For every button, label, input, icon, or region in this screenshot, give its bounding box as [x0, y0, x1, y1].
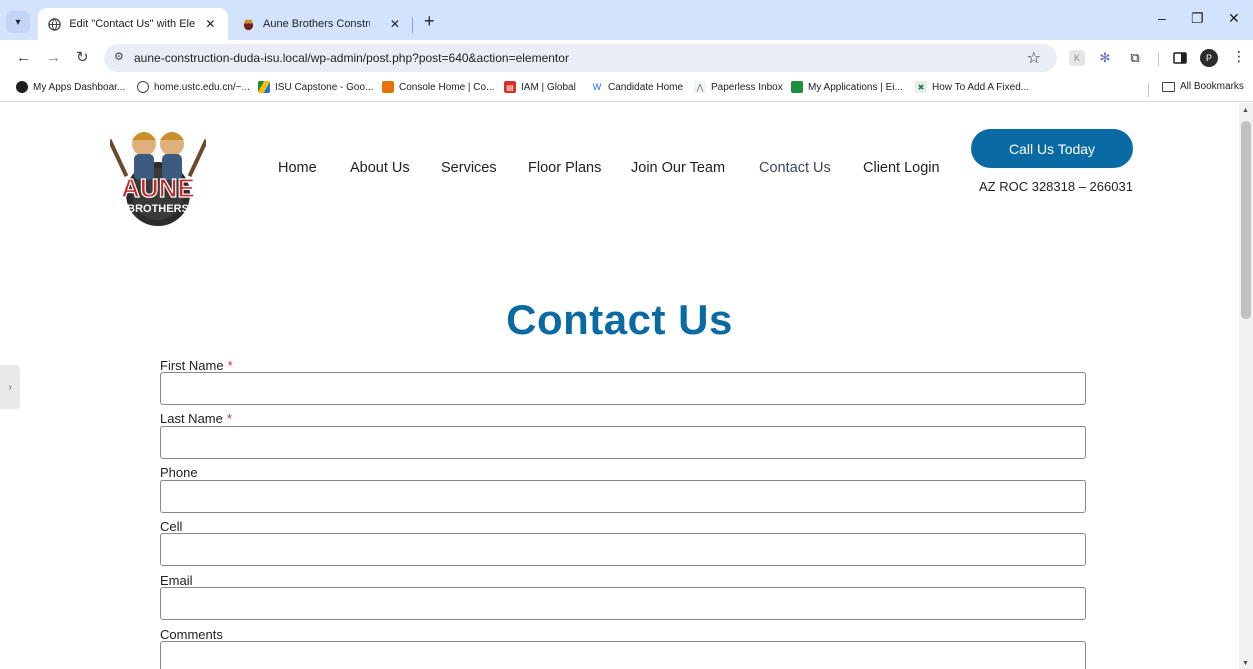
tab-strip: ▾ Edit "Contact Us" with Elementor ✕ Aun… [0, 0, 1253, 40]
chevron-down-icon: ▾ [15, 16, 21, 28]
paperless-icon: ⋀ [694, 81, 706, 93]
last-name-field[interactable] [160, 426, 1086, 459]
google-drive-icon [258, 81, 270, 93]
all-bookmarks-button[interactable]: All Bookmarks [1162, 81, 1244, 92]
panel-toggle-button[interactable]: › [0, 365, 20, 409]
tab-elementor-editor[interactable]: Edit "Contact Us" with Elementor ✕ [38, 8, 228, 40]
bookmark-item[interactable]: ✖ How To Add A Fixed... [915, 81, 1029, 93]
more-menu-icon[interactable]: ⋮ [1232, 48, 1246, 65]
first-name-label: First Name * [160, 358, 1086, 374]
extension-k-icon[interactable]: K [1069, 50, 1085, 66]
page-scrollbar[interactable]: ▲ ▼ [1239, 103, 1253, 669]
site-favicon-icon [242, 17, 255, 31]
bookmarks-bar: My Apps Dashboar... home.ustc.edu.cn/~..… [0, 76, 1253, 102]
bookmark-star-icon[interactable]: ☆ [1027, 48, 1041, 68]
forward-icon[interactable]: → [46, 49, 61, 67]
browser-toolbar: ← → ↻ ⚙ aune-construction-duda-isu.local… [0, 40, 1253, 76]
extensions-puzzle-icon[interactable]: ⧉ [1127, 50, 1143, 66]
call-us-today-button[interactable]: Call Us Today [971, 129, 1133, 168]
nav-about-us[interactable]: About Us [350, 160, 410, 176]
folder-icon [1162, 81, 1175, 92]
cell-field[interactable] [160, 533, 1086, 566]
phone-field[interactable] [160, 480, 1086, 513]
nav-join-our-team[interactable]: Join Our Team [631, 160, 725, 176]
tab-divider [412, 17, 413, 33]
cube-icon [382, 81, 394, 93]
minimize-icon[interactable]: – [1158, 10, 1166, 26]
tab-title: Edit "Contact Us" with Elementor [69, 18, 195, 30]
globe-icon [137, 81, 149, 93]
required-marker: * [227, 358, 233, 373]
email-field[interactable] [160, 587, 1086, 620]
scroll-up-icon[interactable]: ▲ [1242, 107, 1249, 114]
chevron-right-icon: › [8, 381, 12, 393]
cell-label: Cell [160, 519, 1086, 535]
bookmark-item[interactable]: My Applications | Ei... [791, 81, 903, 93]
license-number: AZ ROC 328318 – 266031 [979, 179, 1133, 194]
phone-label: Phone [160, 465, 1086, 481]
bookmark-item[interactable]: ▤ IAM | Global [504, 81, 576, 93]
nav-contact-us[interactable]: Contact Us [759, 160, 831, 176]
reload-icon[interactable]: ↻ [76, 49, 89, 67]
window-close-icon[interactable]: ✕ [1228, 10, 1240, 27]
site-info-icon[interactable]: ⚙ [114, 50, 124, 63]
back-icon[interactable]: ← [16, 49, 31, 67]
logo-wordmark: AUNE [121, 173, 195, 203]
bookmark-item[interactable]: ⋀ Paperless Inbox [694, 81, 783, 93]
email-label: Email [160, 573, 1086, 589]
circle-icon [16, 81, 28, 93]
comments-field[interactable] [160, 641, 1086, 669]
required-marker: * [226, 411, 232, 426]
bookmark-item[interactable]: home.ustc.edu.cn/~... [137, 81, 250, 93]
site-logo[interactable]: AUNE BROTHERS [107, 120, 209, 232]
last-name-label: Last Name * [160, 411, 1086, 427]
tab-aune-brothers[interactable]: Aune Brothers Construction ✕ [232, 8, 412, 40]
page-viewport: › AUNE BROTHERS Home About Us Services F… [0, 103, 1253, 669]
nav-services[interactable]: Services [441, 160, 497, 176]
iam-icon: ▤ [504, 81, 516, 93]
nav-floor-plans[interactable]: Floor Plans [528, 160, 601, 176]
address-bar[interactable]: ⚙ aune-construction-duda-isu.local/wp-ad… [104, 44, 1057, 72]
restore-icon[interactable]: ❐ [1191, 10, 1204, 27]
tab-title: Aune Brothers Construction [263, 18, 370, 30]
nav-client-login[interactable]: Client Login [863, 160, 940, 176]
globe-icon [48, 17, 61, 31]
side-panel-icon[interactable] [1172, 50, 1188, 66]
bookmark-item[interactable]: ISU Capstone - Goo... [258, 81, 373, 93]
applications-icon [791, 81, 803, 93]
workday-icon: W [591, 81, 603, 93]
bookmark-item[interactable]: My Apps Dashboar... [16, 81, 125, 93]
new-tab-button[interactable]: + [424, 12, 435, 30]
extension-asterisk-icon[interactable]: ✻ [1097, 50, 1113, 66]
tab-close-icon[interactable]: ✕ [203, 17, 218, 31]
bookmark-item[interactable]: W Candidate Home [591, 81, 683, 93]
tab-search-button[interactable]: ▾ [6, 11, 30, 33]
bookmarks-divider [1148, 83, 1149, 97]
logo-subtext: BROTHERS [127, 203, 189, 215]
comments-label: Comments [160, 627, 1086, 643]
toolbar-divider [1158, 52, 1159, 66]
fixed-icon: ✖ [915, 81, 927, 93]
scroll-down-icon[interactable]: ▼ [1242, 660, 1249, 667]
first-name-field[interactable] [160, 372, 1086, 405]
tab-close-icon[interactable]: ✕ [388, 17, 402, 31]
scrollbar-thumb[interactable] [1241, 121, 1251, 319]
profile-avatar[interactable]: P [1200, 49, 1218, 67]
bookmark-item[interactable]: Console Home | Co... [382, 81, 494, 93]
page-title: Contact Us [506, 296, 733, 343]
url-text[interactable]: aune-construction-duda-isu.local/wp-admi… [134, 51, 569, 65]
nav-home[interactable]: Home [278, 160, 317, 176]
